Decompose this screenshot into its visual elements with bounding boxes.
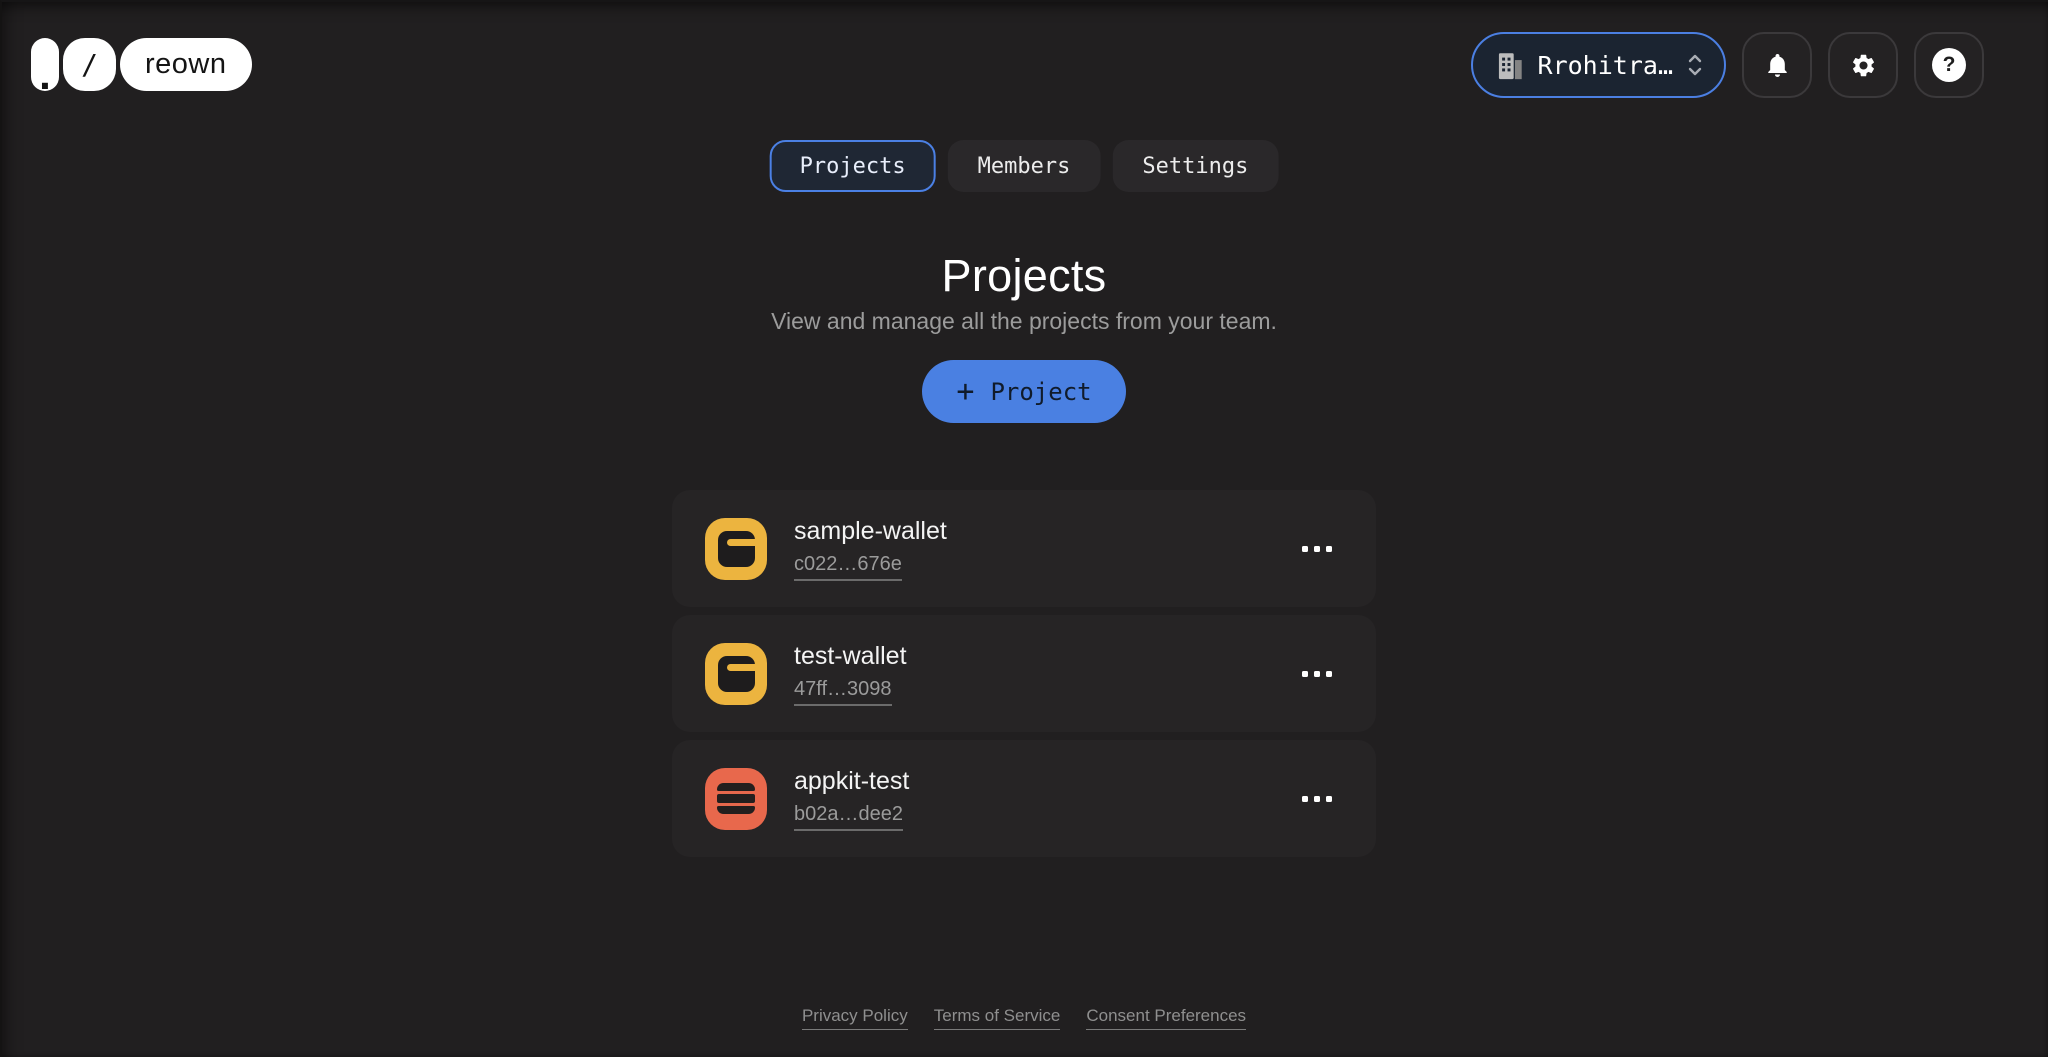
tab-members[interactable]: Members [948, 140, 1101, 192]
tab-members-label: Members [978, 154, 1071, 179]
project-id[interactable]: 47ff…3098 [794, 678, 892, 706]
org-selector[interactable]: Rrohitra… [1471, 32, 1726, 98]
project-row-test-wallet[interactable]: test-wallet 47ff…3098 [672, 615, 1376, 732]
terms-of-service-link[interactable]: Terms of Service [934, 1006, 1061, 1030]
brand-wordmark: reown [145, 48, 227, 81]
more-options-button[interactable] [1300, 661, 1334, 687]
project-row-sample-wallet[interactable]: sample-wallet c022…676e [672, 490, 1376, 607]
wallet-icon [705, 643, 767, 705]
help-button[interactable]: ? [1914, 32, 1984, 98]
ellipsis-icon [1302, 796, 1332, 802]
consent-preferences-link[interactable]: Consent Preferences [1086, 1006, 1246, 1030]
settings-button[interactable] [1828, 32, 1898, 98]
project-id[interactable]: c022…676e [794, 553, 902, 581]
plus-icon: + [956, 377, 974, 407]
tab-settings[interactable]: Settings [1112, 140, 1278, 192]
page-title: Projects [0, 250, 2048, 302]
project-name: appkit-test [794, 767, 909, 796]
project-info: test-wallet 47ff…3098 [794, 642, 907, 706]
brand-name-pill: reown [120, 38, 252, 91]
wallet-icon [705, 518, 767, 580]
ellipsis-icon [1302, 546, 1332, 552]
top-header: . / reown Rrohitra… [0, 0, 2048, 130]
project-name: sample-wallet [794, 517, 947, 546]
brand-dot-pill: . [31, 38, 59, 91]
org-tabs: Projects Members Settings [770, 140, 1279, 192]
help-glyph: ? [1943, 53, 1956, 77]
bell-icon [1764, 52, 1791, 79]
footer-links: Privacy Policy Terms of Service Consent … [0, 1006, 2048, 1030]
ellipsis-icon [1302, 671, 1332, 677]
tab-settings-label: Settings [1142, 154, 1248, 179]
brand-slash-pill: / [63, 38, 116, 91]
project-row-appkit-test[interactable]: appkit-test b02a…dee2 [672, 740, 1376, 857]
header-actions: Rrohitra… ? [1471, 32, 1984, 98]
stack-icon [705, 768, 767, 830]
project-id[interactable]: b02a…dee2 [794, 803, 903, 831]
org-name: Rrohitra… [1538, 51, 1673, 80]
add-project-label: Project [990, 378, 1091, 406]
add-project-button[interactable]: + Project [922, 360, 1125, 423]
project-name: test-wallet [794, 642, 907, 671]
tab-projects-label: Projects [800, 154, 906, 179]
privacy-policy-link[interactable]: Privacy Policy [802, 1006, 908, 1030]
more-options-button[interactable] [1300, 536, 1334, 562]
brand-dot: . [31, 65, 59, 85]
building-icon [1495, 49, 1525, 81]
page-subtitle: View and manage all the projects from yo… [0, 308, 2048, 335]
brand-logo[interactable]: . / reown [31, 38, 252, 91]
project-info: sample-wallet c022…676e [794, 517, 947, 581]
project-list: sample-wallet c022…676e test-wallet 47ff… [672, 490, 1376, 857]
up-down-chevron-icon [1686, 51, 1704, 79]
tab-projects[interactable]: Projects [770, 140, 936, 192]
gear-icon [1850, 52, 1877, 79]
more-options-button[interactable] [1300, 786, 1334, 812]
notifications-button[interactable] [1742, 32, 1812, 98]
help-icon: ? [1932, 48, 1966, 82]
brand-slash: / [81, 48, 98, 81]
project-info: appkit-test b02a…dee2 [794, 767, 909, 831]
